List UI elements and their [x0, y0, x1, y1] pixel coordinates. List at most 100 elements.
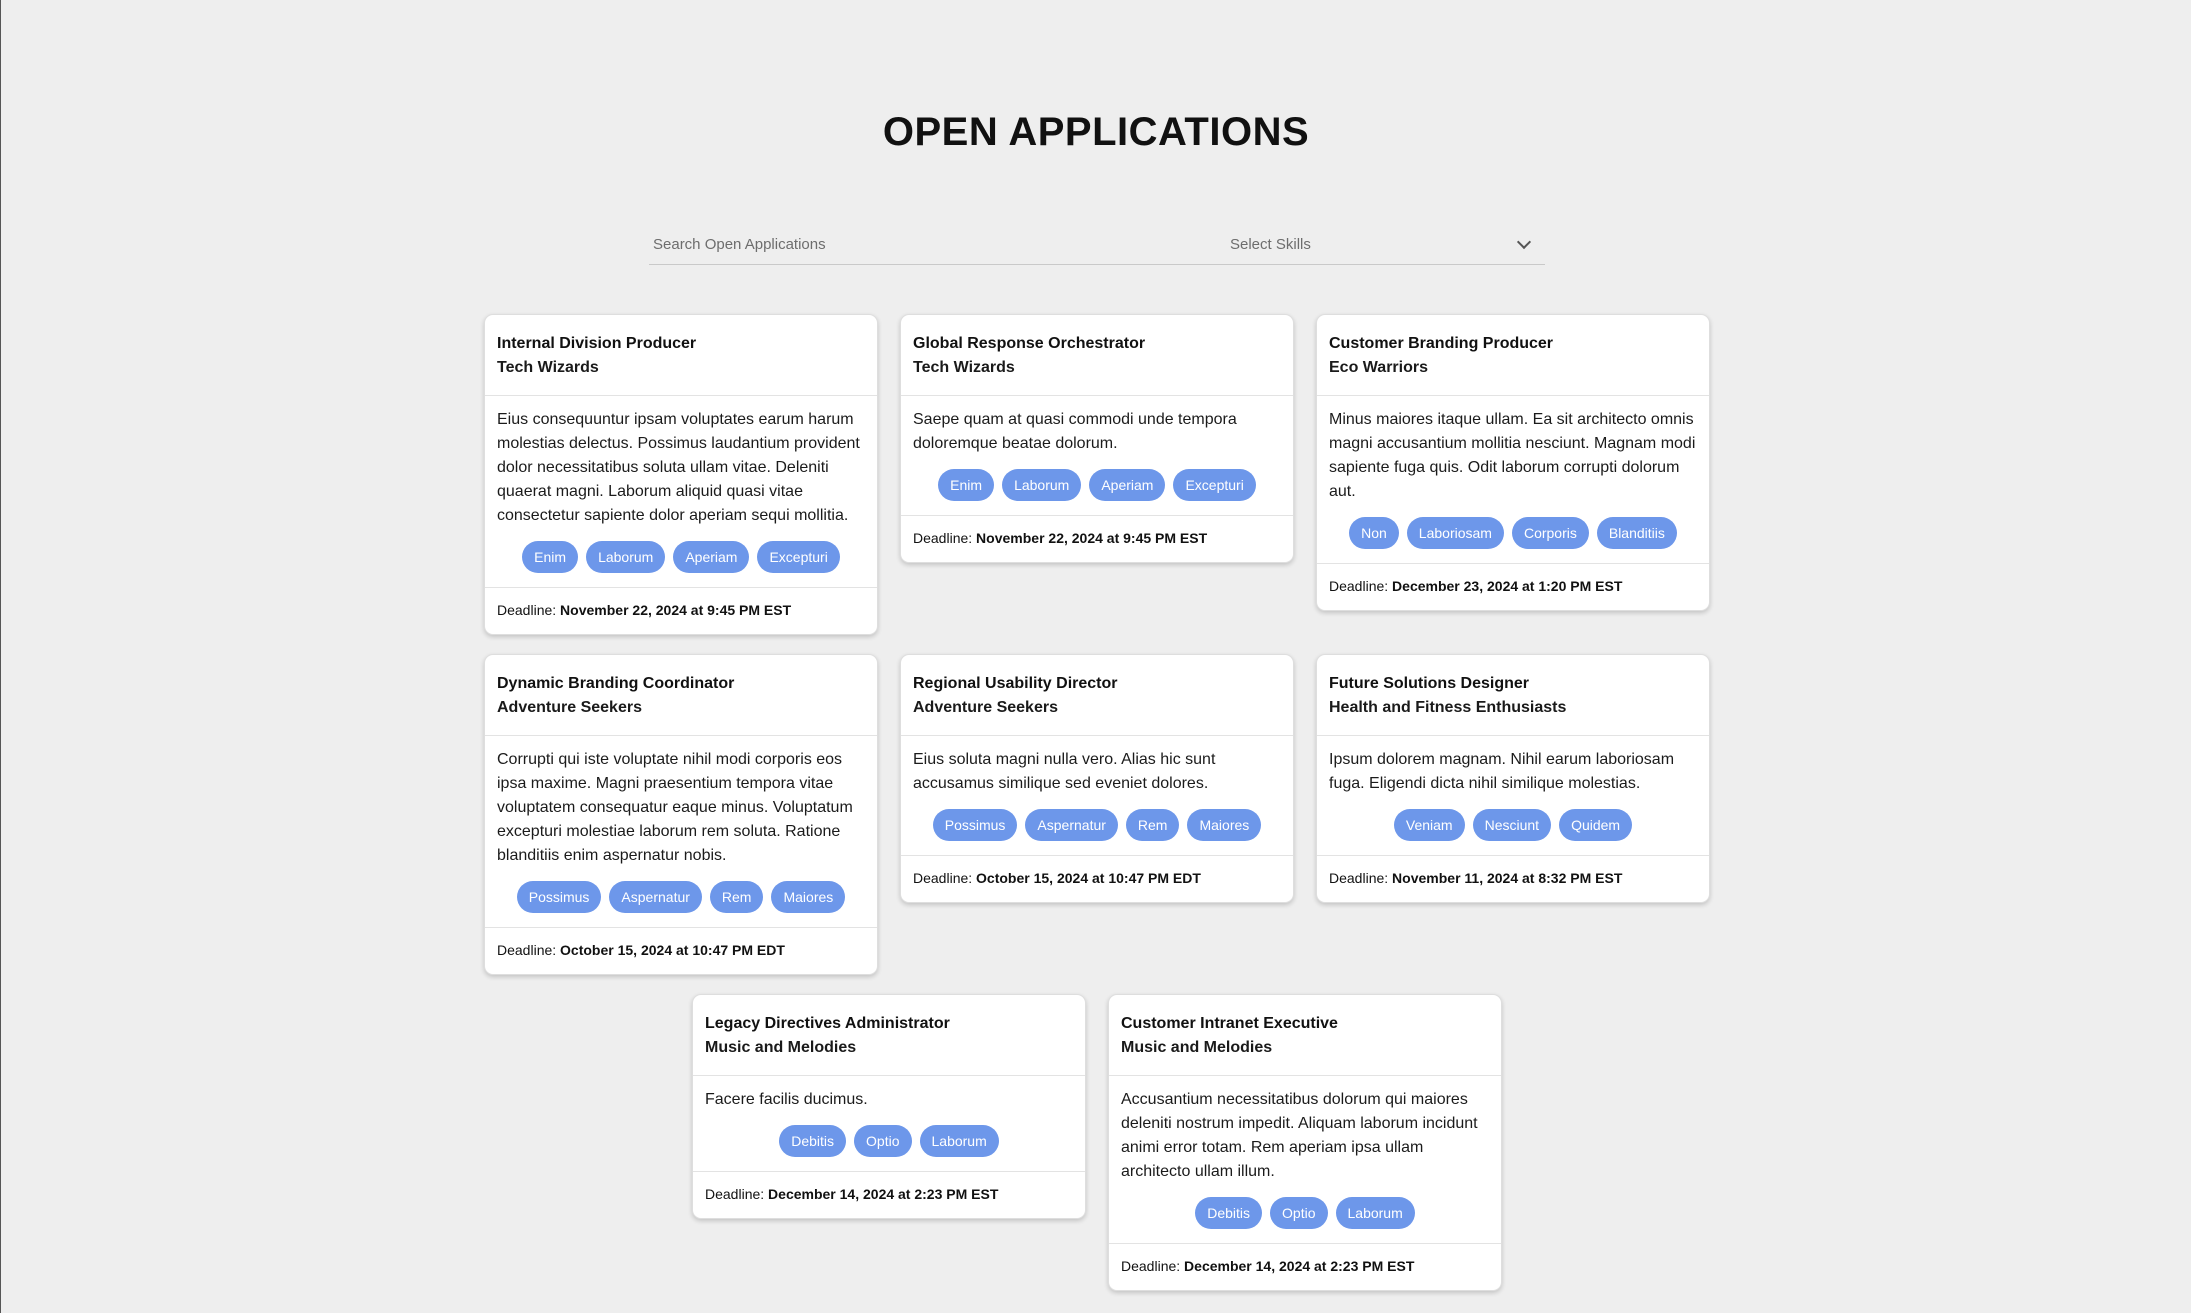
card-footer: Deadline: November 22, 2024 at 9:45 PM E… — [901, 516, 1293, 562]
job-title: Customer Intranet Executive — [1121, 1015, 1338, 1032]
filter-bar: Select Skills — [649, 224, 1545, 265]
card-footer: Deadline: December 23, 2024 at 1:20 PM E… — [1317, 564, 1709, 610]
skill-tag[interactable]: Possimus — [516, 881, 602, 913]
card-header: Regional Usability Director Adventure Se… — [901, 655, 1293, 736]
job-description: Eius consequuntur ipsam voluptates earum… — [497, 411, 860, 524]
job-description: Ipsum dolorem magnam. Nihil earum labori… — [1329, 751, 1675, 792]
job-card[interactable]: Global Response Orchestrator Tech Wizard… — [900, 314, 1294, 563]
skill-tag[interactable]: Laborum — [1002, 469, 1082, 501]
job-description: Facere facilis ducimus. — [705, 1091, 868, 1108]
search-input[interactable] — [649, 229, 1217, 259]
deadline-label: Deadline: — [497, 942, 561, 958]
skill-tag[interactable]: Aspernatur — [609, 881, 702, 913]
company-name: Music and Melodies — [1121, 1039, 1273, 1056]
job-title: Legacy Directives Administrator — [705, 1015, 950, 1032]
card-header: Customer Branding Producer Eco Warriors — [1317, 315, 1709, 396]
job-card[interactable]: Internal Division Producer Tech Wizards … — [484, 314, 878, 635]
job-title: Regional Usability Director — [913, 675, 1118, 692]
skill-tag[interactable]: Veniam — [1393, 809, 1465, 841]
skill-tag[interactable]: Laborum — [1335, 1197, 1415, 1229]
card-footer: Deadline: November 11, 2024 at 8:32 PM E… — [1317, 856, 1709, 902]
job-description: Corrupti qui iste voluptate nihil modi c… — [497, 751, 853, 864]
skill-tag[interactable]: Nesciunt — [1472, 809, 1552, 841]
company-name: Adventure Seekers — [913, 699, 1058, 716]
skill-tag[interactable]: Excepturi — [1173, 469, 1256, 501]
card-body: Eius consequuntur ipsam voluptates earum… — [485, 396, 877, 588]
skill-tag[interactable]: Maiores — [771, 881, 846, 913]
skill-tag[interactable]: Possimus — [932, 809, 1018, 841]
company-name: Music and Melodies — [705, 1039, 857, 1056]
card-body: Minus maiores itaque ullam. Ea sit archi… — [1317, 396, 1709, 564]
card-body: Accusantium necessitatibus dolorum qui m… — [1109, 1076, 1501, 1244]
skill-tags: Debitis Optio Laborum — [1121, 1197, 1489, 1229]
card-footer: Deadline: October 15, 2024 at 10:47 PM E… — [901, 856, 1293, 902]
job-card[interactable]: Dynamic Branding Coordinator Adventure S… — [484, 654, 878, 975]
skills-select-placeholder: Select Skills — [1230, 235, 1311, 253]
skill-tags: Possimus Aspernatur Rem Maiores — [497, 881, 865, 913]
skill-tags: Possimus Aspernatur Rem Maiores — [913, 809, 1281, 841]
skill-tag[interactable]: Laboriosam — [1406, 517, 1504, 549]
card-header: Internal Division Producer Tech Wizards — [485, 315, 877, 396]
card-header: Future Solutions Designer Health and Fit… — [1317, 655, 1709, 736]
card-body: Facere facilis ducimus. Debitis Optio Labo… — [693, 1076, 1085, 1172]
deadline-label: Deadline: — [1329, 578, 1393, 594]
company-name: Eco Warriors — [1329, 359, 1428, 376]
skill-tags: Debitis Optio Laborum — [705, 1125, 1073, 1157]
job-card[interactable]: Customer Branding Producer Eco Warriors … — [1316, 314, 1710, 611]
skill-tag[interactable]: Aspernatur — [1025, 809, 1118, 841]
skill-tag[interactable]: Debitis — [1195, 1197, 1263, 1229]
chevron-down-icon — [1516, 234, 1532, 249]
skill-tag[interactable]: Blanditiis — [1596, 517, 1677, 549]
skill-tag[interactable]: Optio — [854, 1125, 912, 1157]
job-title: Future Solutions Designer — [1329, 675, 1530, 692]
deadline-value: December 14, 2024 at 2:23 PM EST — [1184, 1258, 1415, 1274]
deadline-value: October 15, 2024 at 10:47 PM EDT — [560, 942, 785, 958]
skill-tag[interactable]: Non — [1349, 517, 1399, 549]
deadline-value: December 14, 2024 at 2:23 PM EST — [768, 1186, 999, 1202]
skill-tag[interactable]: Debitis — [779, 1125, 847, 1157]
deadline-label: Deadline: — [913, 870, 977, 886]
skill-tag[interactable]: Laborum — [586, 541, 666, 573]
skill-tag[interactable]: Excepturi — [757, 541, 840, 573]
deadline-label: Deadline: — [705, 1186, 769, 1202]
skill-tag[interactable]: Corporis — [1511, 517, 1589, 549]
card-footer: Deadline: December 14, 2024 at 2:23 PM E… — [693, 1172, 1085, 1218]
card-body: Ipsum dolorem magnam. Nihil earum labori… — [1317, 736, 1709, 856]
skill-tag[interactable]: Laborum — [919, 1125, 999, 1157]
job-title: Global Response Orchestrator — [913, 335, 1146, 352]
skill-tag[interactable]: Quidem — [1559, 809, 1633, 841]
job-card[interactable]: Future Solutions Designer Health and Fit… — [1316, 654, 1710, 903]
skill-tag[interactable]: Rem — [709, 881, 764, 913]
skill-tag[interactable]: Enim — [522, 541, 579, 573]
deadline-value: November 22, 2024 at 9:45 PM EST — [560, 602, 792, 618]
skill-tags: Enim Laborum Aperiam Excepturi — [497, 541, 865, 573]
job-description: Accusantium necessitatibus dolorum qui m… — [1121, 1091, 1478, 1180]
deadline-label: Deadline: — [913, 530, 977, 546]
deadline-label: Deadline: — [1121, 1258, 1185, 1274]
deadline-label: Deadline: — [1329, 870, 1393, 886]
card-header: Legacy Directives Administrator Music an… — [693, 995, 1085, 1076]
card-body: Saepe quam at quasi commodi unde tempora… — [901, 396, 1293, 516]
deadline-value: October 15, 2024 at 10:47 PM EDT — [976, 870, 1201, 886]
job-card[interactable]: Legacy Directives Administrator Music an… — [692, 994, 1086, 1219]
skills-select[interactable]: Select Skills — [1226, 224, 1545, 264]
job-title: Dynamic Branding Coordinator — [497, 675, 735, 692]
skill-tags: Veniam Nesciunt Quidem — [1329, 809, 1697, 841]
job-description: Saepe quam at quasi commodi unde tempora… — [913, 411, 1237, 452]
job-card[interactable]: Customer Intranet Executive Music and Me… — [1108, 994, 1502, 1291]
skill-tag[interactable]: Enim — [938, 469, 995, 501]
skill-tag[interactable]: Aperiam — [1089, 469, 1166, 501]
card-body: Eius soluta magni nulla vero. Alias hic … — [901, 736, 1293, 856]
card-header: Customer Intranet Executive Music and Me… — [1109, 995, 1501, 1076]
skill-tag[interactable]: Optio — [1270, 1197, 1328, 1229]
skill-tags: Enim Laborum Aperiam Excepturi — [913, 469, 1281, 501]
skill-tag[interactable]: Rem — [1125, 809, 1180, 841]
card-footer: Deadline: December 14, 2024 at 2:23 PM E… — [1109, 1244, 1501, 1290]
skill-tag[interactable]: Maiores — [1187, 809, 1262, 841]
job-card[interactable]: Regional Usability Director Adventure Se… — [900, 654, 1294, 903]
job-title: Customer Branding Producer — [1329, 335, 1554, 352]
deadline-label: Deadline: — [497, 602, 561, 618]
deadline-value: December 23, 2024 at 1:20 PM EST — [1392, 578, 1623, 594]
page-title: OPEN APPLICATIONS — [882, 110, 1310, 154]
skill-tag[interactable]: Aperiam — [673, 541, 750, 573]
